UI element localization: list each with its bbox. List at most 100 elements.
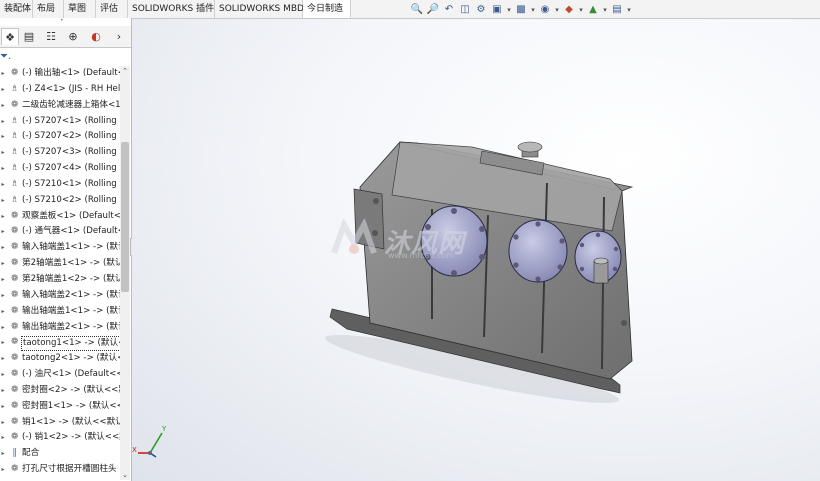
toolbox-icon: ♗ <box>10 83 19 94</box>
chevron-down-icon[interactable]: ▾ <box>554 3 560 17</box>
tab-solidworks-addins[interactable]: SOLIDWORKS 插件 <box>128 0 215 18</box>
expand-arrow-icon[interactable]: ▸ <box>0 415 6 431</box>
tree-item[interactable]: ▸ ❁ 二级齿轮减速器上箱体<1 <box>0 98 120 114</box>
tree-item[interactable]: ▸ ♗ (-) Z4<1> (JIS - RH Helic <box>0 82 120 98</box>
tree-item[interactable]: ▸ ♗ (-) S7207<2> (Rolling b <box>0 129 120 145</box>
zoom-area-icon[interactable]: 🔎 <box>426 3 440 17</box>
chevron-up-icon[interactable]: ⌃ <box>120 66 130 76</box>
triad-y-label: Y <box>161 425 167 433</box>
expand-arrow-icon[interactable]: ▸ <box>0 114 6 130</box>
expand-arrow-icon[interactable]: ▸ <box>0 161 6 177</box>
toolbox-icon: ♗ <box>10 178 19 189</box>
expand-arrow-icon[interactable]: ▸ <box>0 367 6 383</box>
tree-item[interactable]: ▸ ♗ (-) S7210<2> (Rolling b <box>0 193 120 209</box>
expand-arrow-icon[interactable]: ▸ <box>0 304 6 320</box>
expand-arrow-icon[interactable]: ▸ <box>0 335 6 351</box>
chevron-down-icon[interactable]: ▾ <box>530 3 536 17</box>
expand-arrow-icon[interactable]: ▸ <box>0 446 6 462</box>
expand-arrow-icon[interactable]: ▸ <box>0 272 6 288</box>
heads-up-view-toolbar: 🔍 🔎 ↶ ◫ ⚙ ▣ ▾ ▩ ▾ ◉ ▾ ◆ ▾ ▲ ▾ ▤ ▾ <box>410 2 632 18</box>
chevron-down-icon[interactable]: ▾ <box>626 3 632 17</box>
expand-arrow-icon[interactable]: ▸ <box>0 66 6 82</box>
display-manager-icon[interactable]: ◐ <box>87 28 105 45</box>
tree-item[interactable]: ▸ ♗ (-) S7207<4> (Rolling b <box>0 161 120 177</box>
expand-arrow-icon[interactable]: ▸ <box>0 320 6 336</box>
section-view-icon[interactable]: ◫ <box>458 3 472 17</box>
configuration-manager-icon[interactable]: ☷ <box>42 28 60 45</box>
tree-item[interactable]: ▸ ❁ 输入轴端盖1<1> -> (默认 <box>0 240 120 256</box>
tree-item[interactable]: ▸❁密封圈1<1> -> (默认<<默 <box>0 399 120 415</box>
tree-item[interactable]: ▸ ❁ 打孔尺寸根据开槽圆柱头 <box>0 462 120 478</box>
hide-show-icon[interactable]: ◉ <box>538 3 552 17</box>
tree-item[interactable]: ▸ ❁ 输入轴端盖2<1> -> (默认 <box>0 288 120 304</box>
tree-item[interactable]: ▸ ❁ taotong2<1> -> (默认< <box>0 351 120 367</box>
expand-arrow-icon[interactable]: ▸ <box>0 98 6 114</box>
expand-arrow-icon[interactable]: ▸ <box>0 288 6 304</box>
tree-scrollbar[interactable]: ⌃ ⌄ <box>120 66 130 480</box>
display-style-icon[interactable]: ▩ <box>514 3 528 17</box>
toolbox-icon: ♗ <box>10 147 19 158</box>
zoom-to-fit-icon[interactable]: 🔍 <box>410 3 424 17</box>
chevron-right-icon[interactable]: › <box>113 28 125 45</box>
expand-arrow-icon[interactable]: ▸ <box>0 430 6 446</box>
expand-arrow-icon[interactable]: ▸ <box>0 177 6 193</box>
part-icon: ❁ <box>10 369 19 380</box>
dimxpert-icon[interactable]: ⊕ <box>64 28 82 45</box>
tree-item[interactable]: ▸ ❁ (-) 通气器<1> (Default< <box>0 224 120 240</box>
mates-icon: ∥ <box>12 448 17 459</box>
tree-item[interactable]: ▸ ❁ 输出轴端盖2<1> -> (默认 <box>0 320 120 336</box>
chevron-down-icon[interactable]: ▾ <box>578 3 584 17</box>
tree-item[interactable]: ▸ ♗ (-) S7207<1> (Rolling b <box>0 114 120 130</box>
tree-item[interactable]: ▸ ❁ 第2轴端盖1<2> -> (默认 <box>0 272 120 288</box>
expand-arrow-icon[interactable]: ▸ <box>0 193 6 209</box>
part-icon: ❁ <box>10 416 19 427</box>
chevron-down-icon[interactable]: ▾ <box>506 3 512 17</box>
expand-arrow-icon[interactable]: ▸ <box>0 145 6 161</box>
expand-arrow-icon[interactable]: ▸ <box>0 462 6 478</box>
panel-grip[interactable]: • <box>60 18 66 24</box>
tree-item[interactable]: ▸ ❁ (-) 销1<2> -> (默认<<默 <box>0 430 120 446</box>
expand-arrow-icon[interactable]: ▸ <box>0 240 6 256</box>
tree-item-selected[interactable]: ▸ ❁ taotong1<1> -> (默认< <box>0 335 120 352</box>
tab-layout[interactable]: 布局 <box>33 0 64 18</box>
chevron-down-icon[interactable]: ⌄ <box>120 470 130 480</box>
chevron-down-icon[interactable]: ▾ <box>602 3 608 17</box>
tree-item[interactable]: ▸ ❁ 观察盖板<1> (Default<< <box>0 209 120 225</box>
property-manager-icon[interactable]: ▤ <box>20 28 38 45</box>
tree-item[interactable]: ▸ ❁ 销1<1> -> (默认<<默认 <box>0 415 120 431</box>
filter-icon[interactable]: ⏷․ <box>0 50 11 64</box>
expand-arrow-icon[interactable]: ▸ <box>0 399 6 415</box>
tree-item[interactable]: ▸ ❁ (-) 输出轴<1> (Default< <box>0 66 120 82</box>
tab-evaluate[interactable]: 评估 <box>96 0 128 18</box>
graphics-viewport[interactable]: 沐风网 www.mfcad.com Y X <box>132 19 820 481</box>
tab-sketch[interactable]: 草图 <box>64 0 96 18</box>
tree-item[interactable]: ▸ ∥ 配合 <box>0 446 120 462</box>
dynamic-annotation-icon[interactable]: ⚙ <box>474 3 488 17</box>
tree-item[interactable]: ▸ ♗ (-) S7207<3> (Rolling b <box>0 145 120 161</box>
scrollbar-thumb[interactable] <box>121 142 129 292</box>
expand-arrow-icon[interactable]: ▸ <box>0 256 6 272</box>
edit-appearance-icon[interactable]: ◆ <box>562 3 576 17</box>
expand-arrow-icon[interactable]: ▸ <box>0 129 6 145</box>
expand-arrow-icon[interactable]: ▸ <box>0 209 6 225</box>
expand-arrow-icon[interactable]: ▸ <box>0 351 6 367</box>
view-settings-icon[interactable]: ▤ <box>610 3 624 17</box>
feature-manager-icon[interactable]: ❖ <box>1 28 19 45</box>
part-icon: ❁ <box>10 226 19 237</box>
tree-item[interactable]: ▸ ❁ 第2轴端盖1<1> -> (默认 <box>0 256 120 272</box>
tab-assembly[interactable]: 装配体 <box>0 0 33 18</box>
tab-solidworks-mbd[interactable]: SOLIDWORKS MBD <box>215 0 304 18</box>
previous-view-icon[interactable]: ↶ <box>442 3 456 17</box>
feature-tree: ▸ ❁ (-) 输出轴<1> (Default< ▸ ♗ (-) Z4<1> (JIS … <box>0 66 120 478</box>
apply-scene-icon[interactable]: ▲ <box>586 3 600 17</box>
part-icon: ❁ <box>10 353 19 364</box>
tab-manufacture-today[interactable]: 今日制造 <box>303 0 351 18</box>
tree-item[interactable]: ▸ ♗ (-) S7210<1> (Rolling b <box>0 177 120 193</box>
expand-arrow-icon[interactable]: ▸ <box>0 82 6 98</box>
tree-item[interactable]: ▸ ❁ 输出轴端盖1<1> -> (默认 <box>0 304 120 320</box>
tree-item[interactable]: ▸ ❁ 密封圈<2> -> (默认<<默 <box>0 383 120 399</box>
view-orientation-icon[interactable]: ▣ <box>490 3 504 17</box>
tree-item[interactable]: ▸ ❁ (-) 油尺<1> (Default<<D <box>0 367 120 383</box>
expand-arrow-icon[interactable]: ▸ <box>0 224 6 240</box>
expand-arrow-icon[interactable]: ▸ <box>0 383 6 399</box>
